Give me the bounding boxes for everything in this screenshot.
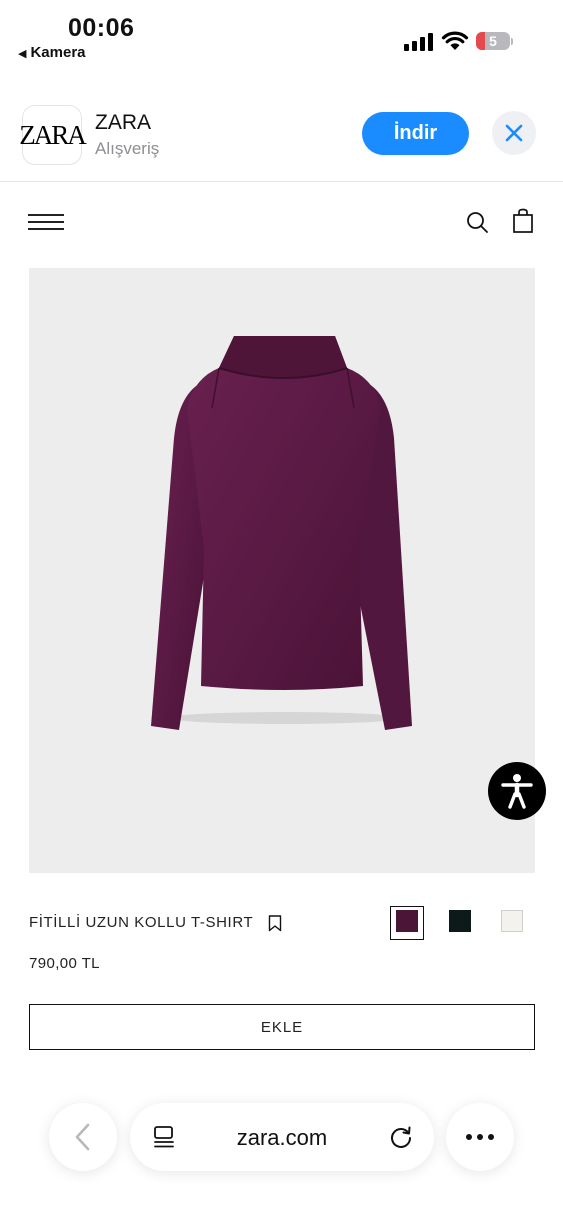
color-swatch[interactable] bbox=[449, 910, 471, 932]
product-image[interactable] bbox=[29, 268, 535, 873]
reload-icon[interactable] bbox=[388, 1124, 414, 1150]
more-dots-icon bbox=[466, 1134, 494, 1140]
battery-icon: 5 bbox=[476, 32, 513, 52]
get-app-button[interactable]: İndir bbox=[362, 112, 469, 155]
status-time: 00:06 bbox=[68, 14, 135, 42]
address-bar[interactable]: zara.com bbox=[130, 1103, 434, 1171]
menu-icon[interactable] bbox=[28, 213, 64, 231]
add-to-cart-button[interactable]: EKLE bbox=[29, 1004, 535, 1050]
battery-level: 5 bbox=[489, 33, 497, 49]
app-banner: ZARA ZARA Alışveriş İndir bbox=[0, 95, 563, 182]
app-name: ZARA bbox=[95, 111, 152, 134]
back-app-label: Kamera bbox=[30, 44, 86, 61]
color-swatch[interactable] bbox=[501, 910, 523, 932]
search-icon[interactable] bbox=[465, 210, 489, 234]
back-to-app-link[interactable]: ◀ Kamera bbox=[18, 44, 86, 61]
accessibility-icon bbox=[501, 774, 533, 809]
long-sleeve-top-illustration bbox=[151, 336, 412, 730]
zara-app-icon[interactable]: ZARA bbox=[19, 105, 87, 165]
chevron-left-icon bbox=[75, 1123, 90, 1151]
accessibility-button[interactable] bbox=[488, 762, 546, 820]
shopping-bag-icon[interactable] bbox=[511, 208, 535, 234]
wifi-icon bbox=[441, 31, 469, 50]
cellular-signal-icon bbox=[404, 33, 434, 51]
bookmark-icon[interactable] bbox=[268, 915, 282, 932]
close-banner-button[interactable] bbox=[492, 111, 536, 155]
product-price: 790,00 TL bbox=[29, 955, 100, 972]
browser-back-button[interactable] bbox=[49, 1103, 117, 1171]
close-icon bbox=[505, 124, 523, 142]
color-swatch[interactable] bbox=[396, 910, 418, 932]
more-options-button[interactable] bbox=[446, 1103, 514, 1171]
product-name: FİTİLLİ UZUN KOLLU T-SHIRT bbox=[29, 914, 254, 931]
back-triangle-icon: ◀ bbox=[18, 48, 27, 60]
app-category: Alışveriş bbox=[95, 139, 160, 158]
